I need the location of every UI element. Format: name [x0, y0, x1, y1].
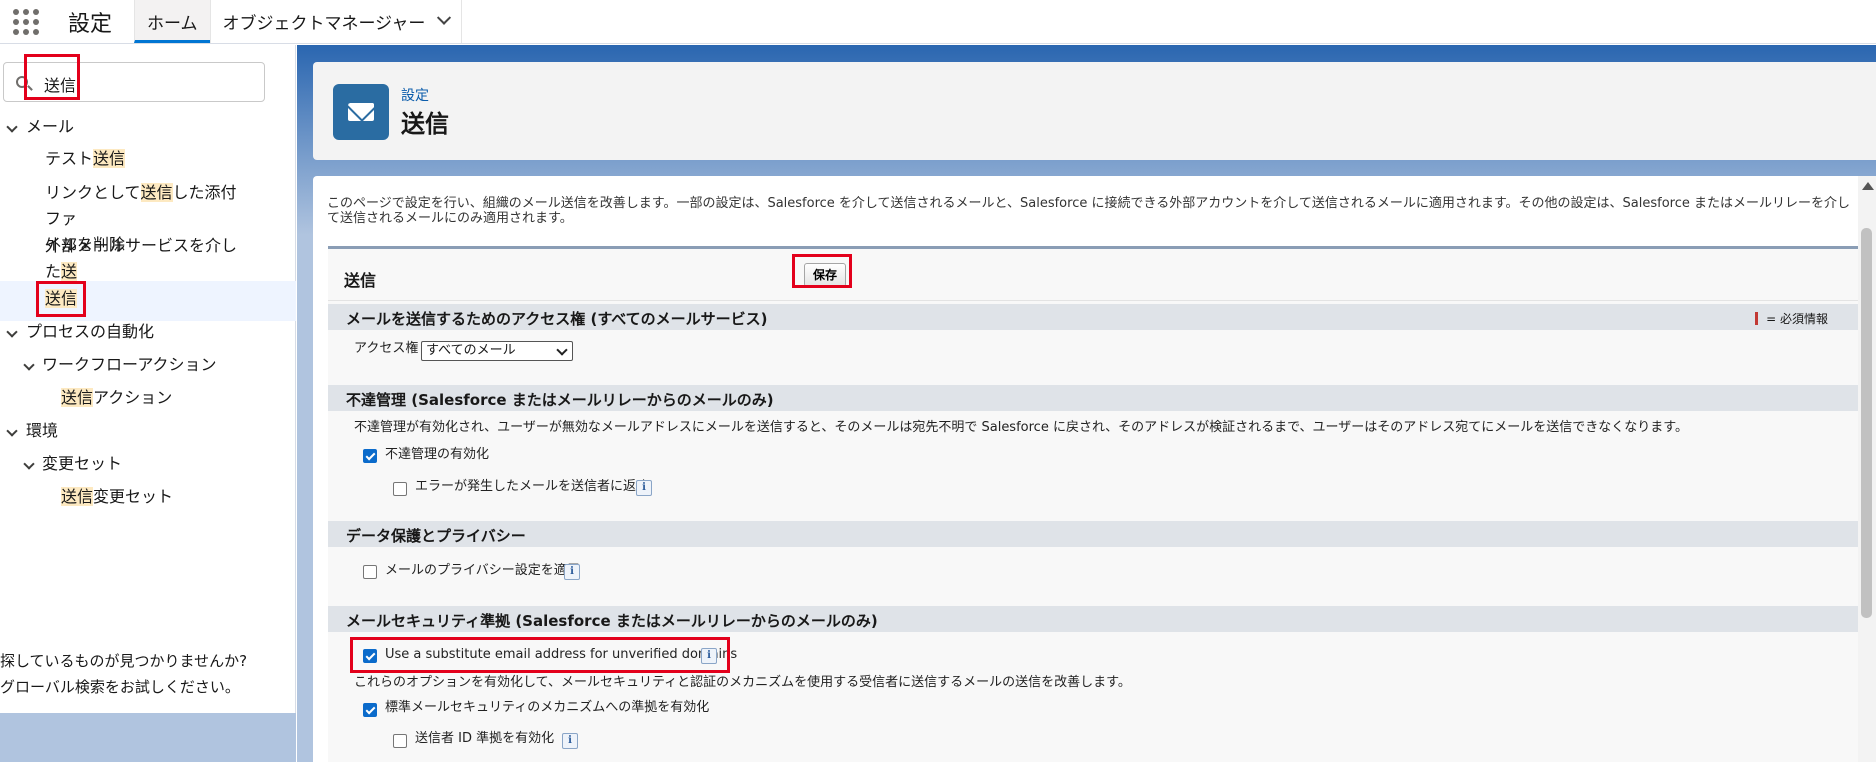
- privacy-apply-label: メールのプライバシー設定を適用: [385, 563, 580, 578]
- not-found-line1: 探しているものが見つかりませんか?: [0, 652, 248, 670]
- access-label: アクセス権: [354, 341, 419, 356]
- tree-item-test-send[interactable]: テスト送信: [45, 146, 126, 172]
- search-match: 送信: [140, 183, 173, 202]
- global-header: 設定 ホーム オブジェクトマネージャー: [0, 0, 1876, 44]
- required-legend: = 必須情報: [1755, 310, 1828, 327]
- send-settings-block: 送信 保存 メールを送信するためのアクセス権 (すべてのメールサービス) = 必…: [328, 246, 1858, 762]
- tree-text: リンクとして: [45, 183, 141, 202]
- highlight-box-send: [36, 281, 86, 317]
- section-title: 不達管理 (Salesforce またはメールリレーからのメールのみ): [346, 391, 774, 409]
- tree-text: テスト: [45, 149, 94, 168]
- chevron-down-icon[interactable]: [23, 359, 35, 371]
- highlight-box-substitute: [350, 637, 730, 673]
- info-icon[interactable]: i: [562, 733, 578, 749]
- bounce-enable-checkbox[interactable]: [363, 449, 377, 463]
- page-header: 設定 送信: [313, 62, 1876, 160]
- scroll-thumb[interactable]: [1861, 228, 1872, 618]
- tree-item-mail[interactable]: メール: [26, 114, 74, 140]
- page-title: 送信: [401, 110, 449, 138]
- tree-text: 変更セット: [93, 487, 174, 506]
- tab-object-manager[interactable]: オブジェクトマネージャー: [209, 0, 463, 43]
- standard-security-checkbox[interactable]: [363, 703, 377, 717]
- tree-item-workflow-actions[interactable]: ワークフローアクション: [42, 352, 217, 378]
- chevron-down-icon[interactable]: [6, 326, 18, 338]
- bounce-description: 不達管理が有効化され、ユーザーが無効なメールアドレスにメールを送信すると、そのメ…: [354, 420, 1689, 435]
- app-launcher-icon[interactable]: [0, 0, 52, 43]
- chevron-down-icon[interactable]: [6, 121, 18, 133]
- scroll-up-icon[interactable]: [1862, 182, 1874, 190]
- block-title: 送信: [344, 271, 377, 290]
- section-privacy: データ保護とプライバシー: [328, 521, 1858, 547]
- search-match: 送信: [61, 388, 94, 407]
- return-to-sender-checkbox[interactable]: [393, 482, 407, 496]
- security-description: これらのオプションを有効化して、メールセキュリティと認証のメカニズムを使用する受…: [354, 675, 1131, 690]
- breadcrumb[interactable]: 設定: [401, 85, 429, 105]
- section-title: データ保護とプライバシー: [346, 527, 526, 545]
- search-match: 送信: [61, 487, 94, 506]
- info-icon[interactable]: i: [636, 480, 652, 496]
- sender-id-checkbox[interactable]: [393, 734, 407, 748]
- return-to-sender-label: エラーが発生したメールを送信者に返す: [415, 479, 650, 494]
- section-title: メールセキュリティ準拠 (Salesforce またはメールリレーからのメールの…: [346, 612, 878, 630]
- tab-object-manager-label: オブジェクトマネージャー: [222, 14, 426, 34]
- search-match: 送: [61, 262, 78, 281]
- section-access: メールを送信するためのアクセス権 (すべてのメールサービス) = 必須情報: [328, 304, 1858, 330]
- highlight-box-search: [24, 54, 80, 100]
- tree-item-send-change-sets[interactable]: 送信変更セット: [61, 484, 173, 510]
- intro-text: このページで設定を行い、組織のメール送信を改善します。一部の設定は、Salesf…: [327, 196, 1850, 226]
- not-found-message: 探しているものが見つかりませんか? グローバル検索をお試しください。: [0, 648, 296, 700]
- section-title: メールを送信するためのアクセス権 (すべてのメールサービス): [346, 310, 768, 328]
- chevron-down-icon[interactable]: [23, 458, 35, 470]
- scrollbar[interactable]: [1858, 176, 1876, 762]
- sidebar-bottom-filler: [0, 713, 296, 762]
- tree-item-send-actions[interactable]: 送信アクション: [61, 385, 172, 411]
- bounce-enable-label: 不達管理の有効化: [385, 447, 490, 462]
- tab-home[interactable]: ホーム: [134, 0, 210, 43]
- tree-item-process-automation[interactable]: プロセスの自動化: [26, 319, 154, 345]
- not-found-line2[interactable]: グローバル検索をお試しください。: [0, 674, 296, 700]
- setup-sidebar: 送信 メール テスト送信 リンクとして送信した添付ファ イルを削除 外部メールサー…: [0, 45, 296, 713]
- sender-id-label: 送信者 ID 準拠を有効化: [415, 731, 555, 746]
- standard-security-label: 標準メールセキュリティのメカニズムへの準拠を有効化: [385, 700, 710, 715]
- tree-text: アクション: [93, 388, 173, 407]
- highlight-box-save: [792, 254, 852, 288]
- section-bounce: 不達管理 (Salesforce またはメールリレーからのメールのみ): [328, 385, 1858, 411]
- tab-home-label: ホーム: [147, 14, 198, 34]
- chevron-down-icon[interactable]: [6, 425, 18, 437]
- block-header: 送信 保存: [328, 249, 1858, 301]
- search-match: 送信: [93, 149, 126, 168]
- required-label: = 必須情報: [1766, 312, 1828, 326]
- access-select[interactable]: すべてのメール: [421, 341, 573, 361]
- app-title: 設定: [68, 11, 113, 37]
- tree-item-change-sets[interactable]: 変更セット: [42, 451, 122, 477]
- email-icon: [333, 84, 389, 140]
- tree-item-environment[interactable]: 環境: [26, 418, 58, 444]
- privacy-apply-checkbox[interactable]: [363, 565, 377, 579]
- chevron-down-icon[interactable]: [437, 10, 452, 25]
- info-icon[interactable]: i: [564, 564, 580, 580]
- section-security: メールセキュリティ準拠 (Salesforce またはメールリレーからのメールの…: [328, 606, 1858, 632]
